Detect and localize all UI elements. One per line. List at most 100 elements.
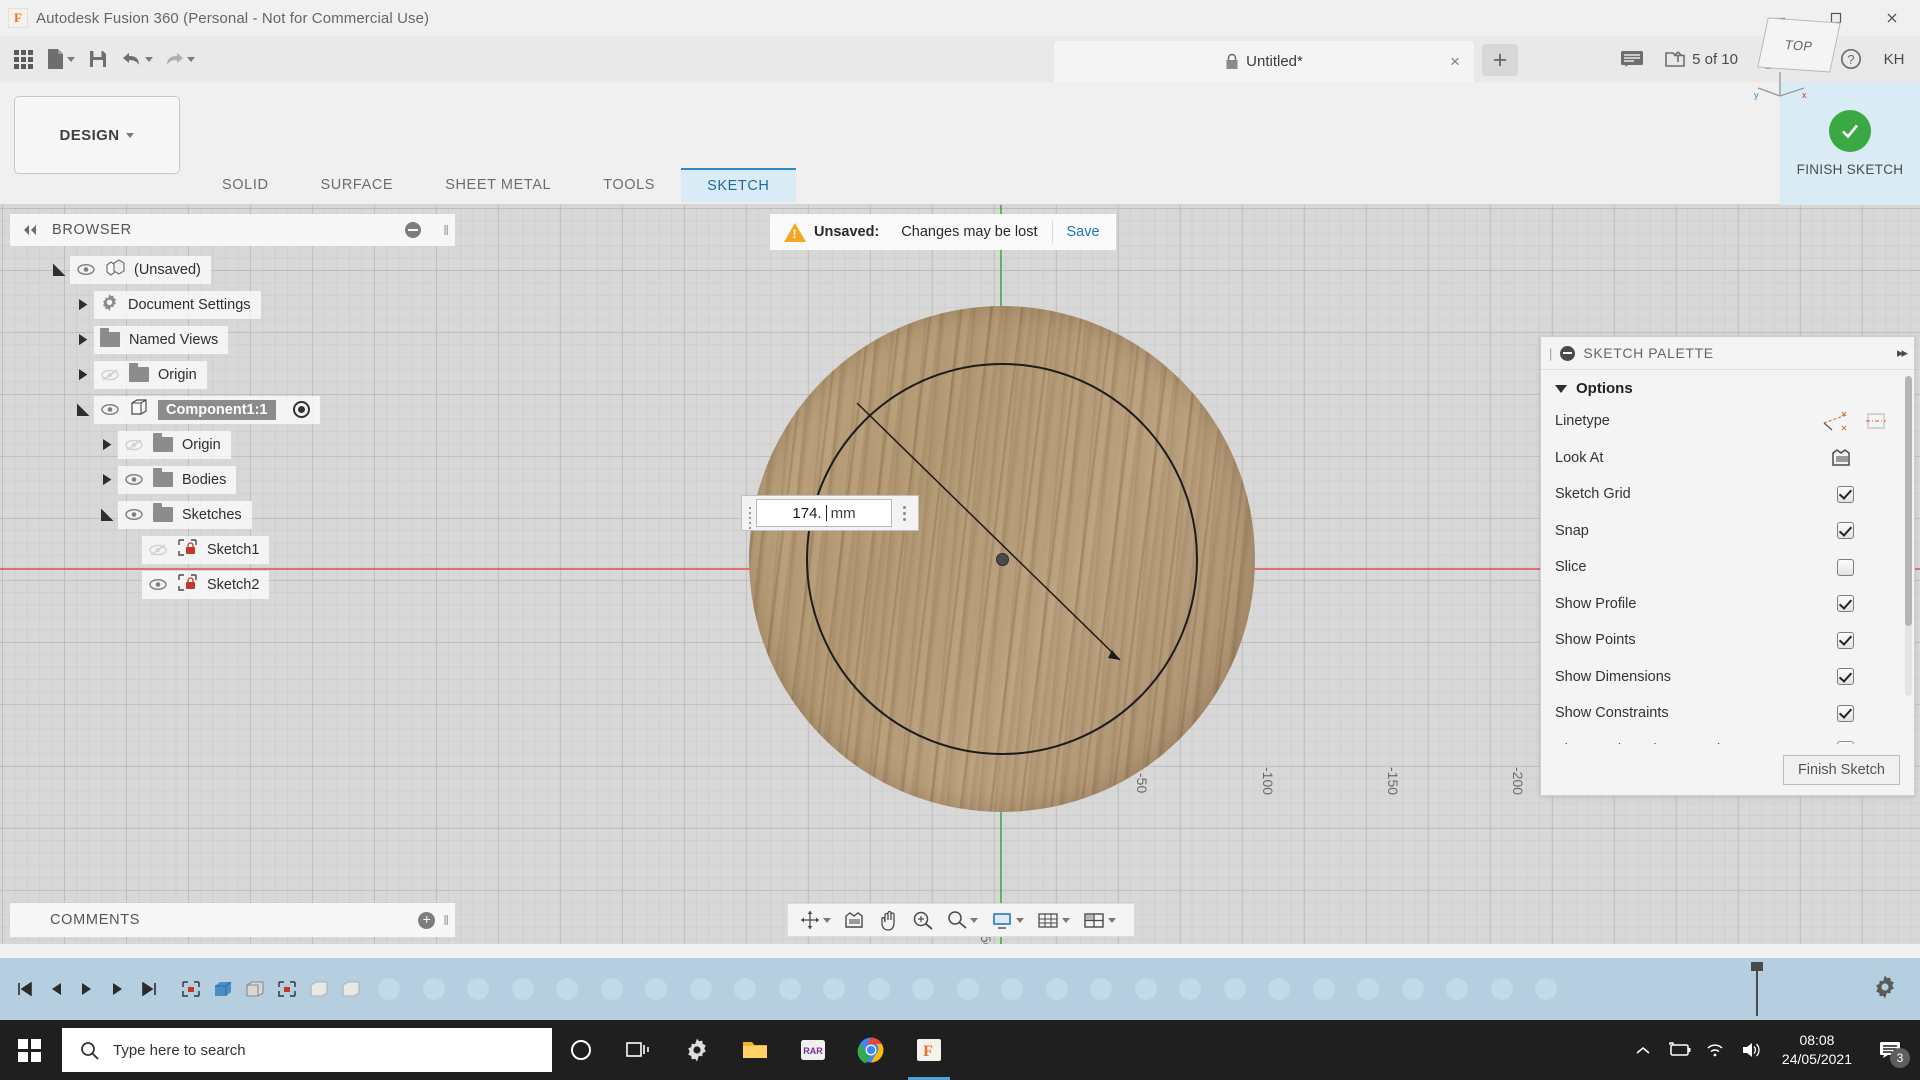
palette-row-show-profile[interactable]: Show Profile bbox=[1541, 586, 1914, 623]
activate-component-radio[interactable] bbox=[293, 401, 310, 418]
display-settings-button[interactable] bbox=[986, 906, 1029, 934]
show-hidden-icons-button[interactable] bbox=[1626, 1020, 1660, 1080]
volume-button[interactable] bbox=[1734, 1020, 1768, 1080]
twisty-closed-icon[interactable] bbox=[72, 369, 94, 381]
palette-row-slice[interactable]: Slice bbox=[1541, 549, 1914, 586]
app-grid-button[interactable] bbox=[6, 41, 40, 77]
timeline-slot[interactable] bbox=[1357, 978, 1379, 1000]
tab-sheet-metal[interactable]: SHEET METAL bbox=[419, 168, 577, 202]
zoom-button[interactable] bbox=[907, 906, 939, 934]
palette-minimize-icon[interactable] bbox=[1560, 346, 1575, 361]
pan-button[interactable] bbox=[874, 906, 904, 934]
visibility-hidden-icon[interactable] bbox=[100, 369, 120, 381]
dimension-value-input[interactable]: 174. mm bbox=[756, 499, 892, 527]
twisty-closed-icon[interactable] bbox=[72, 334, 94, 346]
snap-checkbox[interactable] bbox=[1837, 522, 1854, 539]
winrar-button[interactable]: RAR bbox=[784, 1020, 842, 1080]
palette-expand-icon[interactable]: ▸▸ bbox=[1897, 345, 1906, 361]
fusion360-taskbar-button[interactable]: F bbox=[900, 1020, 958, 1080]
show-points-checkbox[interactable] bbox=[1837, 632, 1854, 649]
timeline-slot[interactable] bbox=[1179, 978, 1201, 1000]
battery-button[interactable] bbox=[1662, 1020, 1696, 1080]
show-profile-checkbox[interactable] bbox=[1837, 595, 1854, 612]
twisty-open-icon[interactable] bbox=[48, 263, 70, 276]
task-view-button[interactable] bbox=[610, 1020, 668, 1080]
orbit-button[interactable] bbox=[795, 906, 836, 934]
timeline-slot[interactable] bbox=[556, 978, 578, 1000]
tree-item-sketches[interactable]: Sketches bbox=[10, 497, 455, 532]
zoom-window-button[interactable] bbox=[942, 906, 983, 934]
palette-scrollbar[interactable] bbox=[1905, 376, 1912, 696]
timeline-settings-button[interactable] bbox=[1872, 974, 1898, 1005]
timeline-slot[interactable] bbox=[868, 978, 890, 1000]
twisty-closed-icon[interactable] bbox=[96, 439, 118, 451]
view-cube[interactable]: TOP y x bbox=[1748, 20, 1868, 130]
dimension-input-box[interactable]: 174. mm bbox=[741, 495, 919, 531]
timeline-slot[interactable] bbox=[734, 978, 756, 1000]
timeline-feature-misc1[interactable] bbox=[306, 976, 332, 1002]
play-button[interactable] bbox=[74, 974, 100, 1004]
save-link[interactable]: Save bbox=[1067, 224, 1100, 240]
data-panel-button[interactable]: 5 of 10 bbox=[1656, 40, 1746, 78]
timeline-slot[interactable] bbox=[779, 978, 801, 1000]
palette-row-show-projected-geometries[interactable]: Show Projected Geometries bbox=[1541, 732, 1914, 745]
timeline-feature-misc2[interactable] bbox=[338, 976, 364, 1002]
timeline-feature-fillet[interactable] bbox=[242, 976, 268, 1002]
options-section-header[interactable]: Options bbox=[1541, 370, 1914, 403]
timeline-end-marker[interactable] bbox=[1756, 962, 1758, 1016]
timeline-slot[interactable] bbox=[1535, 978, 1557, 1000]
timeline-slot[interactable] bbox=[823, 978, 845, 1000]
timeline-slot[interactable] bbox=[957, 978, 979, 1000]
palette-drag-grip[interactable]: | bbox=[1549, 346, 1552, 361]
new-file-button[interactable] bbox=[42, 41, 79, 77]
timeline-feature-sketch2[interactable] bbox=[274, 976, 300, 1002]
look-at-icon[interactable] bbox=[1830, 447, 1854, 469]
timeline-slot[interactable] bbox=[1224, 978, 1246, 1000]
palette-row-look-at[interactable]: Look At bbox=[1541, 440, 1914, 477]
sketch-origin-point[interactable] bbox=[996, 553, 1009, 566]
timeline-slot[interactable] bbox=[1268, 978, 1290, 1000]
notifications-button[interactable]: 3 bbox=[1866, 1020, 1914, 1080]
timeline-slot[interactable] bbox=[690, 978, 712, 1000]
timeline-slot[interactable] bbox=[1090, 978, 1112, 1000]
timeline-slot[interactable] bbox=[645, 978, 667, 1000]
slice-checkbox[interactable] bbox=[1837, 559, 1854, 576]
browser-resize-grip[interactable]: ‖ bbox=[443, 222, 449, 238]
collapse-left-icon[interactable] bbox=[22, 224, 38, 236]
tree-item-unsaved[interactable]: (Unsaved) bbox=[10, 252, 455, 287]
show-constraints-checkbox[interactable] bbox=[1837, 705, 1854, 722]
go-to-end-button[interactable] bbox=[136, 974, 162, 1004]
palette-row-linetype[interactable]: Linetype bbox=[1541, 403, 1914, 440]
construction-line-icon[interactable] bbox=[1822, 410, 1848, 432]
timeline-slot[interactable] bbox=[1313, 978, 1335, 1000]
tree-item-bodies[interactable]: Bodies bbox=[10, 462, 455, 497]
show-dimensions-checkbox[interactable] bbox=[1837, 668, 1854, 685]
new-tab-button[interactable]: + bbox=[1482, 44, 1518, 76]
timeline-slot[interactable] bbox=[512, 978, 534, 1000]
look-at-button[interactable] bbox=[839, 906, 871, 934]
visibility-eye-icon[interactable] bbox=[76, 264, 96, 275]
visibility-hidden-icon[interactable] bbox=[148, 544, 168, 556]
step-back-button[interactable] bbox=[43, 974, 69, 1004]
tree-item-sketch1[interactable]: Sketch1 bbox=[10, 532, 455, 567]
tree-item-named-views[interactable]: Named Views bbox=[10, 322, 455, 357]
taskbar-clock[interactable]: 08:08 24/05/2021 bbox=[1770, 1031, 1864, 1069]
settings-app-button[interactable] bbox=[668, 1020, 726, 1080]
timeline-slot[interactable] bbox=[912, 978, 934, 1000]
timeline-slot[interactable] bbox=[378, 978, 400, 1000]
viewports-button[interactable] bbox=[1078, 906, 1121, 934]
palette-row-show-dimensions[interactable]: Show Dimensions bbox=[1541, 659, 1914, 696]
twisty-closed-icon[interactable] bbox=[96, 474, 118, 486]
timeline-feature-extrude[interactable] bbox=[210, 976, 236, 1002]
palette-row-show-constraints[interactable]: Show Constraints bbox=[1541, 695, 1914, 732]
tree-item-document-settings[interactable]: Document Settings bbox=[10, 287, 455, 322]
twisty-open-icon[interactable] bbox=[96, 508, 118, 521]
comments-button[interactable] bbox=[1612, 40, 1652, 78]
tree-item-origin-component[interactable]: Origin bbox=[10, 427, 455, 462]
show-projected-geometries-checkbox[interactable] bbox=[1837, 741, 1854, 744]
centerline-icon[interactable] bbox=[1864, 410, 1888, 432]
timeline-slot[interactable] bbox=[1135, 978, 1157, 1000]
step-forward-button[interactable] bbox=[105, 974, 131, 1004]
chrome-button[interactable] bbox=[842, 1020, 900, 1080]
undo-button[interactable] bbox=[117, 41, 157, 77]
